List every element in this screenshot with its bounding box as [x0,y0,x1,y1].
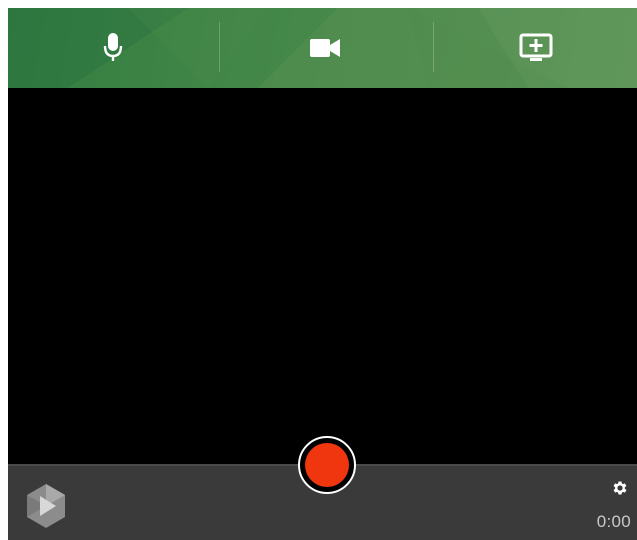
recording-timer: 0:00 [596,512,631,531]
record-button[interactable] [298,436,356,494]
gear-icon [613,481,627,495]
microphone-icon [103,33,123,61]
record-indicator [305,443,349,487]
screen-share-button[interactable] [434,8,637,88]
video-preview-area [8,88,637,464]
settings-button[interactable] [608,476,632,500]
recorder-app: 0:00 [8,8,637,540]
video-camera-icon [310,39,340,57]
microphone-toggle-button[interactable] [8,8,218,88]
source-toolbar [8,8,637,88]
app-logo-icon [27,484,65,528]
add-screen-icon [519,33,552,61]
camera-toggle-button[interactable] [220,8,430,88]
